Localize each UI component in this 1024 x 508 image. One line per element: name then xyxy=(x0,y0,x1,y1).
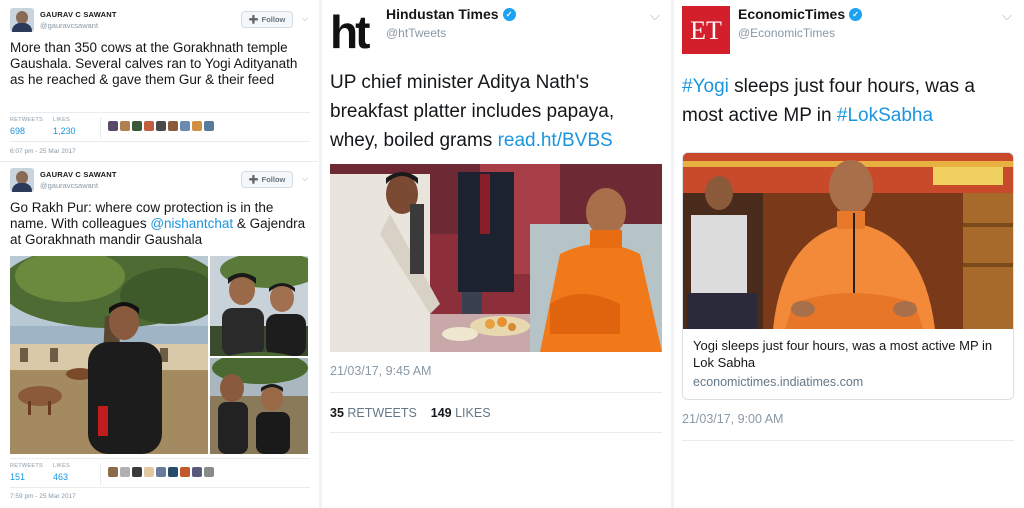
card-domain: economictimes.indiatimes.com xyxy=(693,375,864,389)
tweet-stats: RETWEETS 151 LIKES 463 xyxy=(10,458,310,488)
follow-button[interactable]: ➕ Follow xyxy=(241,171,293,188)
tweet-link[interactable]: read.ht/BVBS xyxy=(498,130,613,151)
tweet-photo[interactable] xyxy=(330,164,662,352)
liker-avatar[interactable] xyxy=(156,467,166,477)
person-plus-icon: ➕ xyxy=(248,175,259,184)
tweet-text: UP chief minister Aditya Nath's breakfas… xyxy=(330,68,666,155)
liker-avatar[interactable] xyxy=(168,467,178,477)
retweet-count[interactable]: 35 RETWEETS xyxy=(330,406,417,420)
tweet-divider xyxy=(682,440,1014,441)
avatar[interactable] xyxy=(10,168,34,192)
likes-label: LIKES xyxy=(53,463,71,469)
logo-text: ht xyxy=(330,6,370,54)
card-image xyxy=(683,153,1013,329)
retweets-label: RETWEETS xyxy=(10,463,43,469)
account-handle[interactable]: @EconomicTimes xyxy=(738,26,835,40)
liker-avatar[interactable] xyxy=(156,121,166,131)
chevron-down-icon[interactable]: ⌵ xyxy=(302,174,308,184)
tweet-photo-collage[interactable] xyxy=(10,256,308,454)
hashtag-link[interactable]: #Yogi xyxy=(682,76,729,97)
economic-times-logo[interactable]: ET xyxy=(682,6,730,54)
tweet-date[interactable]: 21/03/17, 9:45 AM xyxy=(330,364,431,378)
chevron-down-icon[interactable]: ⌵ xyxy=(302,14,308,24)
likes-value: 463 xyxy=(53,472,69,482)
hashtag-link[interactable]: #LokSabha xyxy=(837,105,933,126)
account-name-text: EconomicTimes xyxy=(738,6,846,22)
tweet-column-left: GAURAV C SAWANT @gauravcsawant ➕ Follow … xyxy=(0,0,318,508)
user-handle[interactable]: @gauravcsawant xyxy=(40,21,98,30)
like-count[interactable]: 149 LIKES xyxy=(431,406,491,420)
liker-avatar[interactable] xyxy=(192,121,202,131)
liker-avatar[interactable] xyxy=(204,121,214,131)
liker-avatars xyxy=(108,467,214,477)
chevron-down-icon[interactable]: ⌵ xyxy=(1002,8,1012,24)
stat-divider xyxy=(100,463,101,485)
liker-avatar[interactable] xyxy=(180,121,190,131)
liker-avatars xyxy=(108,121,214,131)
likes-value: 149 xyxy=(430,406,452,420)
liker-avatar[interactable] xyxy=(144,121,154,131)
likes-value: 1,230 xyxy=(53,126,76,136)
tweet-text: Go Rakh Pur: where cow protection is in … xyxy=(10,200,310,248)
verified-badge-icon: ✓ xyxy=(849,7,863,21)
account-name[interactable]: Hindustan Times ✓ xyxy=(386,6,516,22)
tweet-hindustan-times[interactable]: ht Hindustan Times ✓ @htTweets ⌵ UP chie… xyxy=(322,0,672,508)
tweet-date[interactable]: 21/03/17, 9:00 AM xyxy=(682,412,783,426)
account-handle[interactable]: @htTweets xyxy=(386,26,446,40)
retweets-label: RETWEETS xyxy=(347,406,417,420)
user-name[interactable]: GAURAV C SAWANT xyxy=(40,170,117,179)
liker-avatar[interactable] xyxy=(168,121,178,131)
tweet-text: #Yogi sleeps just four hours, was a most… xyxy=(682,72,1018,130)
likes-label: LIKES xyxy=(455,406,491,420)
person-plus-icon: ➕ xyxy=(248,15,259,24)
tweet-divider xyxy=(330,432,662,433)
retweets-value: 151 xyxy=(10,472,26,482)
like-count[interactable]: LIKES 1,230 xyxy=(53,117,76,136)
retweet-count[interactable]: RETWEETS 698 xyxy=(10,117,43,136)
follow-label: Follow xyxy=(261,15,286,24)
follow-label: Follow xyxy=(261,175,286,184)
liker-avatar[interactable] xyxy=(192,467,202,477)
tweet-timestamp[interactable]: 6:07 pm - 25 Mar 2017 xyxy=(10,148,76,155)
liker-avatar[interactable] xyxy=(180,467,190,477)
tweet-economic-times[interactable]: ET EconomicTimes ✓ @EconomicTimes ⌵ #Yog… xyxy=(674,0,1024,508)
follow-button[interactable]: ➕ Follow xyxy=(241,11,293,28)
account-name[interactable]: EconomicTimes ✓ xyxy=(738,6,863,22)
liker-avatar[interactable] xyxy=(108,467,118,477)
liker-avatar[interactable] xyxy=(144,467,154,477)
retweet-count[interactable]: RETWEETS 151 xyxy=(10,463,43,482)
likes-label: LIKES xyxy=(53,117,71,123)
user-handle[interactable]: @gauravcsawant xyxy=(40,181,98,190)
link-card[interactable]: Yogi sleeps just four hours, was a most … xyxy=(682,152,1014,400)
chevron-down-icon[interactable]: ⌵ xyxy=(650,8,660,24)
tweet-stats: RETWEETS 698 LIKES 1,230 xyxy=(10,112,310,142)
liker-avatar[interactable] xyxy=(120,467,130,477)
tweet-gaurav-2[interactable]: GAURAV C SAWANT @gauravcsawant ➕ Follow … xyxy=(0,162,318,508)
avatar[interactable] xyxy=(10,8,34,32)
retweets-label: RETWEETS xyxy=(10,117,43,123)
like-count[interactable]: LIKES 463 xyxy=(53,463,70,482)
tweet-timestamp[interactable]: 7:59 pm - 25 Mar 2017 xyxy=(10,493,76,500)
mention-link[interactable]: @nishantchat xyxy=(150,216,233,231)
tweet-divider xyxy=(330,392,662,393)
account-name-text: Hindustan Times xyxy=(386,6,499,22)
liker-avatar[interactable] xyxy=(204,467,214,477)
hindustan-times-logo[interactable]: ht xyxy=(330,6,378,54)
retweets-value: 35 xyxy=(330,406,344,420)
liker-avatar[interactable] xyxy=(132,467,142,477)
user-name[interactable]: GAURAV C SAWANT xyxy=(40,10,117,19)
card-title: Yogi sleeps just four hours, was a most … xyxy=(693,338,993,370)
logo-text: ET xyxy=(690,16,722,45)
liker-avatar[interactable] xyxy=(132,121,142,131)
liker-avatar[interactable] xyxy=(120,121,130,131)
stat-divider xyxy=(100,117,101,139)
tweet-gaurav-1[interactable]: GAURAV C SAWANT @gauravcsawant ➕ Follow … xyxy=(0,0,318,160)
tweet-text: More than 350 cows at the Gorakhnath tem… xyxy=(10,40,298,87)
tweet-stats: 35 RETWEETS 149 LIKES xyxy=(330,406,491,420)
retweets-value: 698 xyxy=(10,126,26,136)
verified-badge-icon: ✓ xyxy=(502,7,516,21)
liker-avatar[interactable] xyxy=(108,121,118,131)
